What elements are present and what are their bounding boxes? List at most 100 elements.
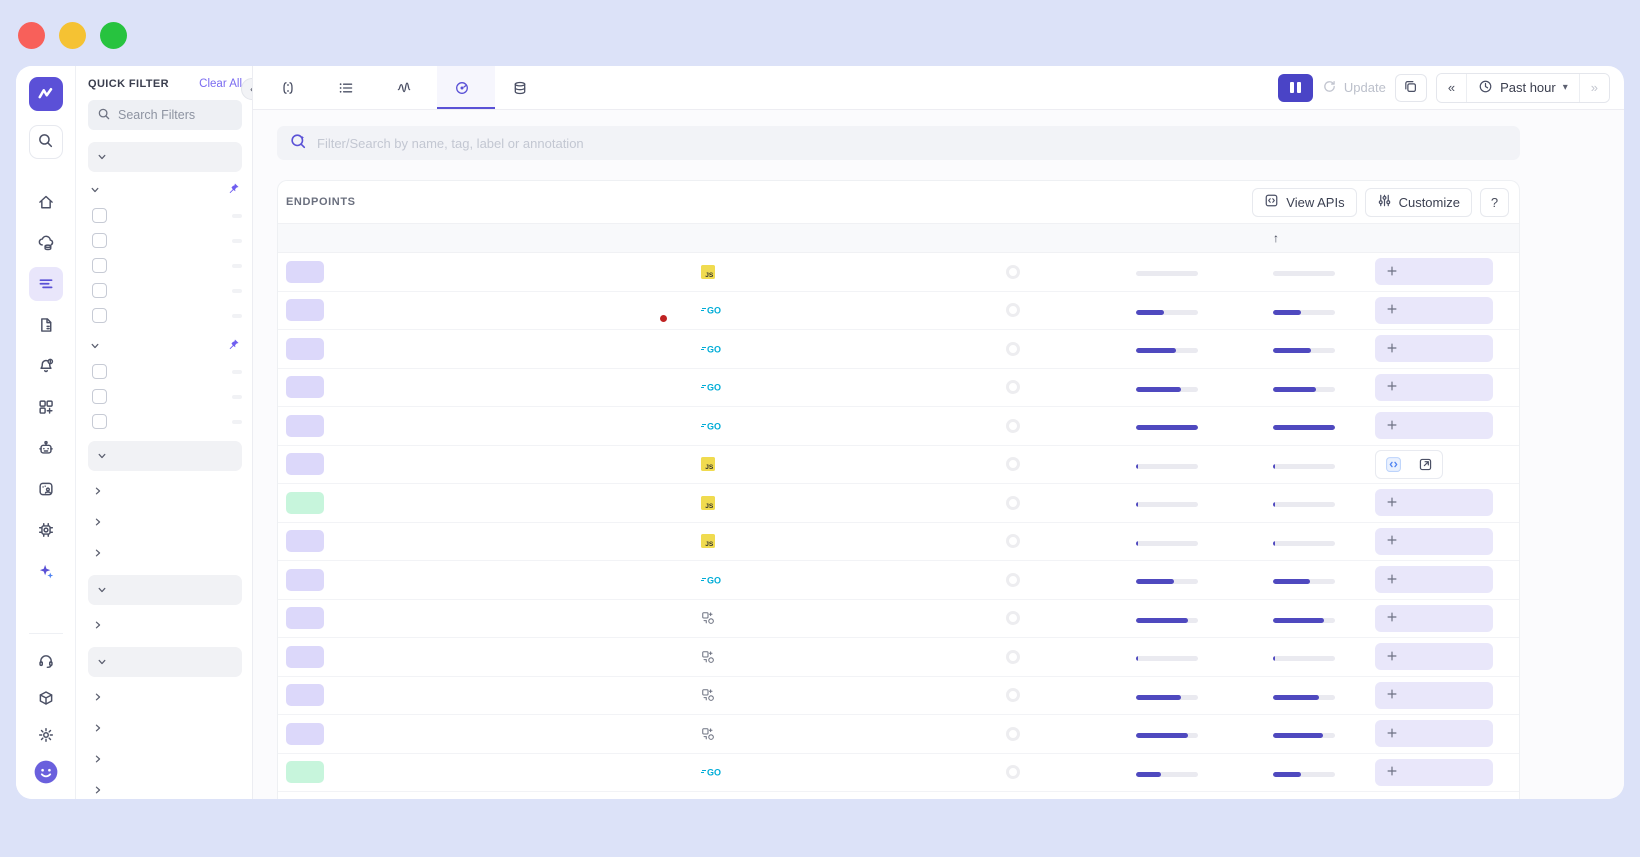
endpoint-filter-input[interactable] xyxy=(317,135,1508,151)
add-new-api-button[interactable] xyxy=(1375,489,1493,517)
checkbox[interactable] xyxy=(92,233,107,248)
middleware-logo[interactable] xyxy=(28,77,63,111)
checkbox[interactable] xyxy=(92,258,107,273)
table-row[interactable] xyxy=(278,715,1519,754)
add-new-api-button[interactable] xyxy=(1375,681,1493,709)
customize-button[interactable]: Customize xyxy=(1364,187,1472,217)
filter-item-http-endpoint[interactable] xyxy=(88,712,242,743)
add-new-api-button[interactable] xyxy=(1375,373,1493,401)
tab-continuous-profiling[interactable] xyxy=(379,66,437,109)
add-new-api-button[interactable] xyxy=(1375,258,1493,286)
pin-icon[interactable] xyxy=(227,338,240,351)
rail-item-alerts-bell[interactable] xyxy=(29,349,63,383)
checkbox[interactable] xyxy=(92,414,107,429)
table-row[interactable]: GO xyxy=(278,369,1519,407)
table-row[interactable]: GO xyxy=(278,292,1519,330)
external-link-icon[interactable] xyxy=(1418,457,1433,472)
add-new-api-button[interactable] xyxy=(1375,720,1493,748)
copy-link-button[interactable] xyxy=(1394,73,1427,102)
filter-option[interactable] xyxy=(88,253,242,278)
rail-item-settings-gear[interactable] xyxy=(29,718,63,752)
table-row[interactable]: GO xyxy=(278,754,1519,792)
tab-services[interactable] xyxy=(321,66,379,109)
filter-item-param-configkey[interactable] xyxy=(88,774,242,799)
table-row[interactable]: JS xyxy=(278,484,1519,523)
filter-item-host-arch[interactable] xyxy=(88,475,242,506)
checkbox[interactable] xyxy=(92,389,107,404)
endpoint-filter-bar[interactable] xyxy=(277,126,1520,160)
add-new-api-button[interactable] xyxy=(1375,604,1493,632)
add-new-api-button[interactable] xyxy=(1375,643,1493,671)
search-button[interactable] xyxy=(28,125,63,159)
filter-facet-http-method[interactable] xyxy=(88,177,242,203)
filter-group-favorites[interactable] xyxy=(88,142,242,172)
filter-option[interactable] xyxy=(88,278,242,303)
filter-item-host-name[interactable] xyxy=(88,537,242,568)
rail-item-ai-sparkle[interactable] xyxy=(29,554,63,588)
tab-endpoints[interactable] xyxy=(437,66,495,109)
table-row[interactable]: GO xyxy=(278,330,1519,369)
filter-search-box[interactable] xyxy=(88,100,242,130)
rail-item-rum-user[interactable] xyxy=(29,472,63,506)
tab-traces[interactable] xyxy=(263,66,321,109)
table-row[interactable] xyxy=(278,677,1519,715)
checkbox[interactable] xyxy=(92,283,107,298)
filter-item-http-confidence[interactable] xyxy=(88,681,242,712)
checkbox[interactable] xyxy=(92,308,107,323)
rail-item-dashboards-add[interactable] xyxy=(29,390,63,424)
time-shift-forward-button[interactable]: » xyxy=(1578,73,1609,102)
filter-option[interactable] xyxy=(88,384,242,409)
checkbox[interactable] xyxy=(92,208,107,223)
rail-item-user-avatar[interactable] xyxy=(29,755,63,789)
add-new-api-button[interactable] xyxy=(1375,527,1493,555)
filter-option[interactable] xyxy=(88,359,242,384)
filter-group-host[interactable] xyxy=(88,441,242,471)
middleware-api-button[interactable] xyxy=(1375,449,1443,479)
collapse-filter-panel-button[interactable]: ‹ xyxy=(241,78,252,100)
rail-item-home[interactable] xyxy=(29,185,63,219)
minimize-window-button[interactable] xyxy=(59,22,86,49)
time-range-dropdown[interactable]: Past hour ▾ xyxy=(1466,73,1579,102)
checkbox[interactable] xyxy=(92,364,107,379)
clear-all-filters-link[interactable]: Clear All xyxy=(199,78,242,90)
table-row[interactable] xyxy=(278,600,1519,638)
add-new-api-button[interactable] xyxy=(1375,758,1493,786)
pause-live-button[interactable] xyxy=(1277,73,1313,102)
filter-facet-service-name[interactable] xyxy=(88,333,242,359)
view-apis-button[interactable]: View APIs xyxy=(1252,187,1357,217)
filter-search-input[interactable] xyxy=(118,108,228,122)
table-row[interactable]: GO xyxy=(278,407,1519,446)
update-button[interactable]: Update xyxy=(1322,79,1386,97)
table-row[interactable]: JS xyxy=(278,523,1519,561)
maximize-window-button[interactable] xyxy=(100,22,127,49)
rail-item-infrastructure[interactable] xyxy=(29,226,63,260)
rail-item-apm-traces[interactable] xyxy=(28,267,63,301)
rail-item-synthetics-bot[interactable] xyxy=(29,431,63,465)
rail-item-integrations-package[interactable] xyxy=(29,681,63,715)
filter-group-service[interactable] xyxy=(88,575,242,605)
filter-option[interactable] xyxy=(88,409,242,434)
add-new-api-button[interactable] xyxy=(1375,296,1493,324)
time-shift-back-button[interactable]: « xyxy=(1436,73,1467,102)
add-new-api-button[interactable] xyxy=(1375,335,1493,363)
rail-item-support-headset[interactable] xyxy=(29,644,63,678)
filter-option[interactable] xyxy=(88,203,242,228)
rail-item-processes-chip[interactable] xyxy=(29,513,63,547)
filter-item-param-accountid[interactable] xyxy=(88,743,242,774)
column-header-p99-latency[interactable]: ↑ xyxy=(1271,231,1373,245)
filter-group-endpoint[interactable] xyxy=(88,647,242,677)
filter-item-service-namespace[interactable] xyxy=(88,609,242,640)
filter-item-host-id[interactable] xyxy=(88,506,242,537)
help-button[interactable]: ? xyxy=(1480,187,1509,217)
pin-icon[interactable] xyxy=(227,182,240,195)
table-row[interactable] xyxy=(278,638,1519,677)
tab-database[interactable] xyxy=(495,66,553,109)
add-new-api-button[interactable] xyxy=(1375,566,1493,594)
add-new-api-button[interactable] xyxy=(1375,412,1493,440)
table-row[interactable]: JS xyxy=(278,446,1519,484)
rail-item-logs[interactable] xyxy=(29,308,63,342)
filter-option[interactable] xyxy=(88,228,242,253)
table-row[interactable]: GO xyxy=(278,561,1519,600)
close-window-button[interactable] xyxy=(18,22,45,49)
filter-option[interactable] xyxy=(88,303,242,328)
